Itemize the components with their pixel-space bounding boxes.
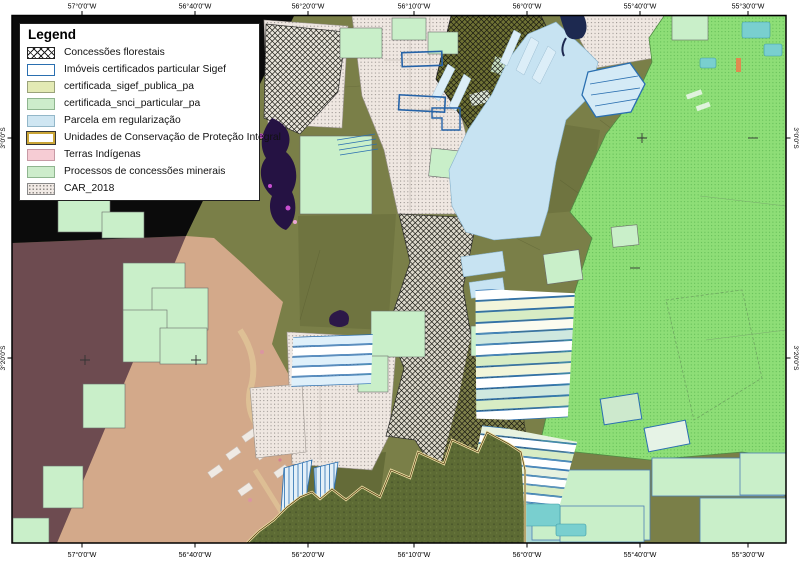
coord-label-bottom: 57°0'0"W [68, 551, 97, 559]
coord-label-left: 3°0'0"S [0, 127, 7, 149]
swatch-pale-olive [27, 80, 55, 93]
legend-item-concessoes-minerais: Processos de concessões minerais [27, 163, 259, 180]
swatch-dotted [27, 182, 55, 195]
legend-item-unidades-conservacao: Unidades de Conservação de Proteção Inte… [27, 129, 281, 146]
coord-label-bottom: 56°20'0"W [292, 551, 325, 559]
swatch-crosshatch [27, 46, 55, 59]
map-page: 57°0'0"W 56°40'0"W 56°20'0"W 56°10'0"W 5… [0, 0, 800, 565]
swatch-blue-outline [27, 63, 55, 76]
coord-label-bottom: 56°40'0"W [179, 551, 212, 559]
coord-label-bottom: 56°0'0"W [513, 551, 542, 559]
coord-label-right: 3°20'0"S [792, 346, 800, 372]
coord-label-bottom: 56°10'0"W [398, 551, 431, 559]
coord-label-top: 55°40'0"W [624, 3, 657, 11]
swatch-pale-blue [27, 114, 55, 127]
coord-label-top: 55°30'0"W [732, 3, 765, 11]
coord-label-bottom: 55°30'0"W [732, 551, 765, 559]
coord-label-top: 57°0'0"W [68, 3, 97, 11]
legend-item-sigef-publica: certificada_sigef_publica_pa [27, 78, 259, 95]
coord-label-top: 56°40'0"W [179, 3, 212, 11]
coord-label-top: 56°0'0"W [513, 3, 542, 11]
swatch-pale-green [27, 97, 55, 110]
legend-box: Legend Concessões florestais Imóveis cer… [19, 23, 281, 201]
coord-label-left: 3°20'0"S [0, 345, 7, 371]
legend-title: Legend [28, 27, 77, 42]
legend-item-concessoes-florestais: Concessões florestais [27, 44, 259, 61]
swatch-pink [27, 148, 55, 161]
coord-label-bottom: 55°40'0"W [624, 551, 657, 559]
coord-label-top: 56°20'0"W [292, 3, 325, 11]
legend-item-parcela-regularizacao: Parcela em regularização [27, 112, 259, 129]
legend-item-snci-particular: certificada_snci_particular_pa [27, 95, 259, 112]
swatch-mint-green [27, 165, 55, 178]
legend-item-imoveis-sigef: Imóveis certificados particular Sigef [27, 61, 259, 78]
legend-item-car-2018: CAR_2018 [27, 180, 259, 197]
coord-label-top: 56°10'0"W [398, 3, 431, 11]
swatch-gold-outline [27, 131, 55, 144]
legend-item-terras-indigenas: Terras Indígenas [27, 146, 259, 163]
coord-label-right: 3°0'0"S [792, 127, 800, 149]
